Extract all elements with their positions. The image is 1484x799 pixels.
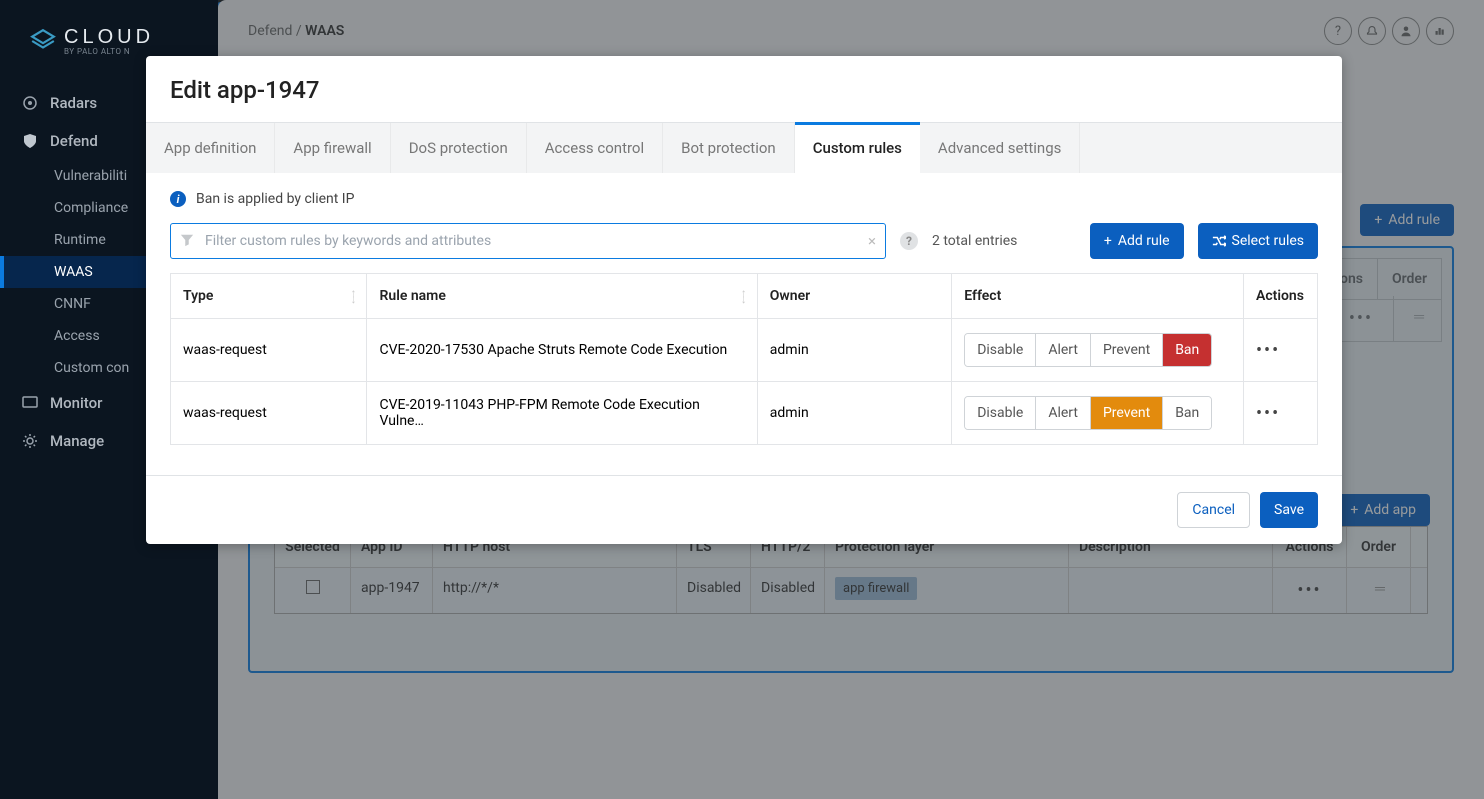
- filter-help-icon[interactable]: ?: [900, 232, 918, 250]
- th-effect[interactable]: Effect: [952, 274, 1244, 319]
- rule-row[interactable]: waas-request CVE-2019-11043 PHP-FPM Remo…: [171, 382, 1318, 445]
- shuffle-icon: [1212, 234, 1226, 248]
- tab-access-control[interactable]: Access control: [527, 123, 663, 173]
- effect-prevent[interactable]: Prevent: [1091, 397, 1163, 429]
- tab-bot-protection[interactable]: Bot protection: [663, 123, 795, 173]
- shield-icon: [22, 133, 38, 149]
- info-icon: i: [170, 191, 186, 207]
- select-rules-button[interactable]: Select rules: [1198, 223, 1318, 259]
- cancel-button[interactable]: Cancel: [1177, 492, 1250, 528]
- effect-ban[interactable]: Ban: [1163, 397, 1211, 429]
- th-actions: Actions: [1243, 274, 1317, 319]
- edit-app-modal: Edit app-1947 App definition App firewal…: [146, 56, 1342, 544]
- brand-name: CLOUD: [64, 26, 154, 49]
- info-banner: i Ban is applied by client IP: [170, 191, 1318, 207]
- tab-app-definition[interactable]: App definition: [146, 123, 275, 173]
- effect-alert[interactable]: Alert: [1036, 397, 1091, 429]
- filter-input-wrap: ×: [170, 223, 886, 259]
- sort-icon: ↑↓: [741, 290, 747, 302]
- radar-icon: [22, 95, 38, 111]
- tab-app-firewall[interactable]: App firewall: [275, 123, 390, 173]
- brand-icon: [30, 28, 56, 54]
- add-rule-button[interactable]: +Add rule: [1090, 223, 1184, 259]
- filter-input[interactable]: [170, 223, 886, 259]
- tab-advanced-settings[interactable]: Advanced settings: [920, 123, 1080, 173]
- modal-title: Edit app-1947: [146, 56, 1342, 123]
- effect-alert[interactable]: Alert: [1036, 334, 1091, 366]
- sort-icon: ↑↓: [350, 290, 356, 302]
- effect-ban[interactable]: Ban: [1163, 334, 1211, 366]
- monitor-icon: [22, 395, 38, 411]
- custom-rules-table: Type↑↓ Rule name↑↓ Owner Effect Actions …: [170, 273, 1318, 445]
- effect-prevent[interactable]: Prevent: [1091, 334, 1163, 366]
- modal-tabs: App definition App firewall DoS protecti…: [146, 123, 1342, 173]
- tab-custom-rules[interactable]: Custom rules: [795, 122, 920, 173]
- effect-group: Disable Alert Prevent Ban: [964, 396, 1212, 430]
- row-actions-menu[interactable]: •••: [1243, 382, 1317, 445]
- filter-icon: [180, 233, 194, 251]
- entries-count: 2 total entries: [932, 233, 1017, 249]
- row-actions-menu[interactable]: •••: [1243, 319, 1317, 382]
- clear-icon[interactable]: ×: [868, 232, 876, 250]
- effect-disable[interactable]: Disable: [965, 397, 1036, 429]
- rule-row[interactable]: waas-request CVE-2020-17530 Apache Strut…: [171, 319, 1318, 382]
- modal-footer: Cancel Save: [146, 475, 1342, 544]
- th-owner[interactable]: Owner: [757, 274, 951, 319]
- effect-disable[interactable]: Disable: [965, 334, 1036, 366]
- effect-group: Disable Alert Prevent Ban: [964, 333, 1212, 367]
- gear-icon: [22, 433, 38, 449]
- tab-dos-protection[interactable]: DoS protection: [391, 123, 527, 173]
- th-name[interactable]: Rule name↑↓: [367, 274, 757, 319]
- th-type[interactable]: Type↑↓: [171, 274, 367, 319]
- save-button[interactable]: Save: [1260, 492, 1318, 528]
